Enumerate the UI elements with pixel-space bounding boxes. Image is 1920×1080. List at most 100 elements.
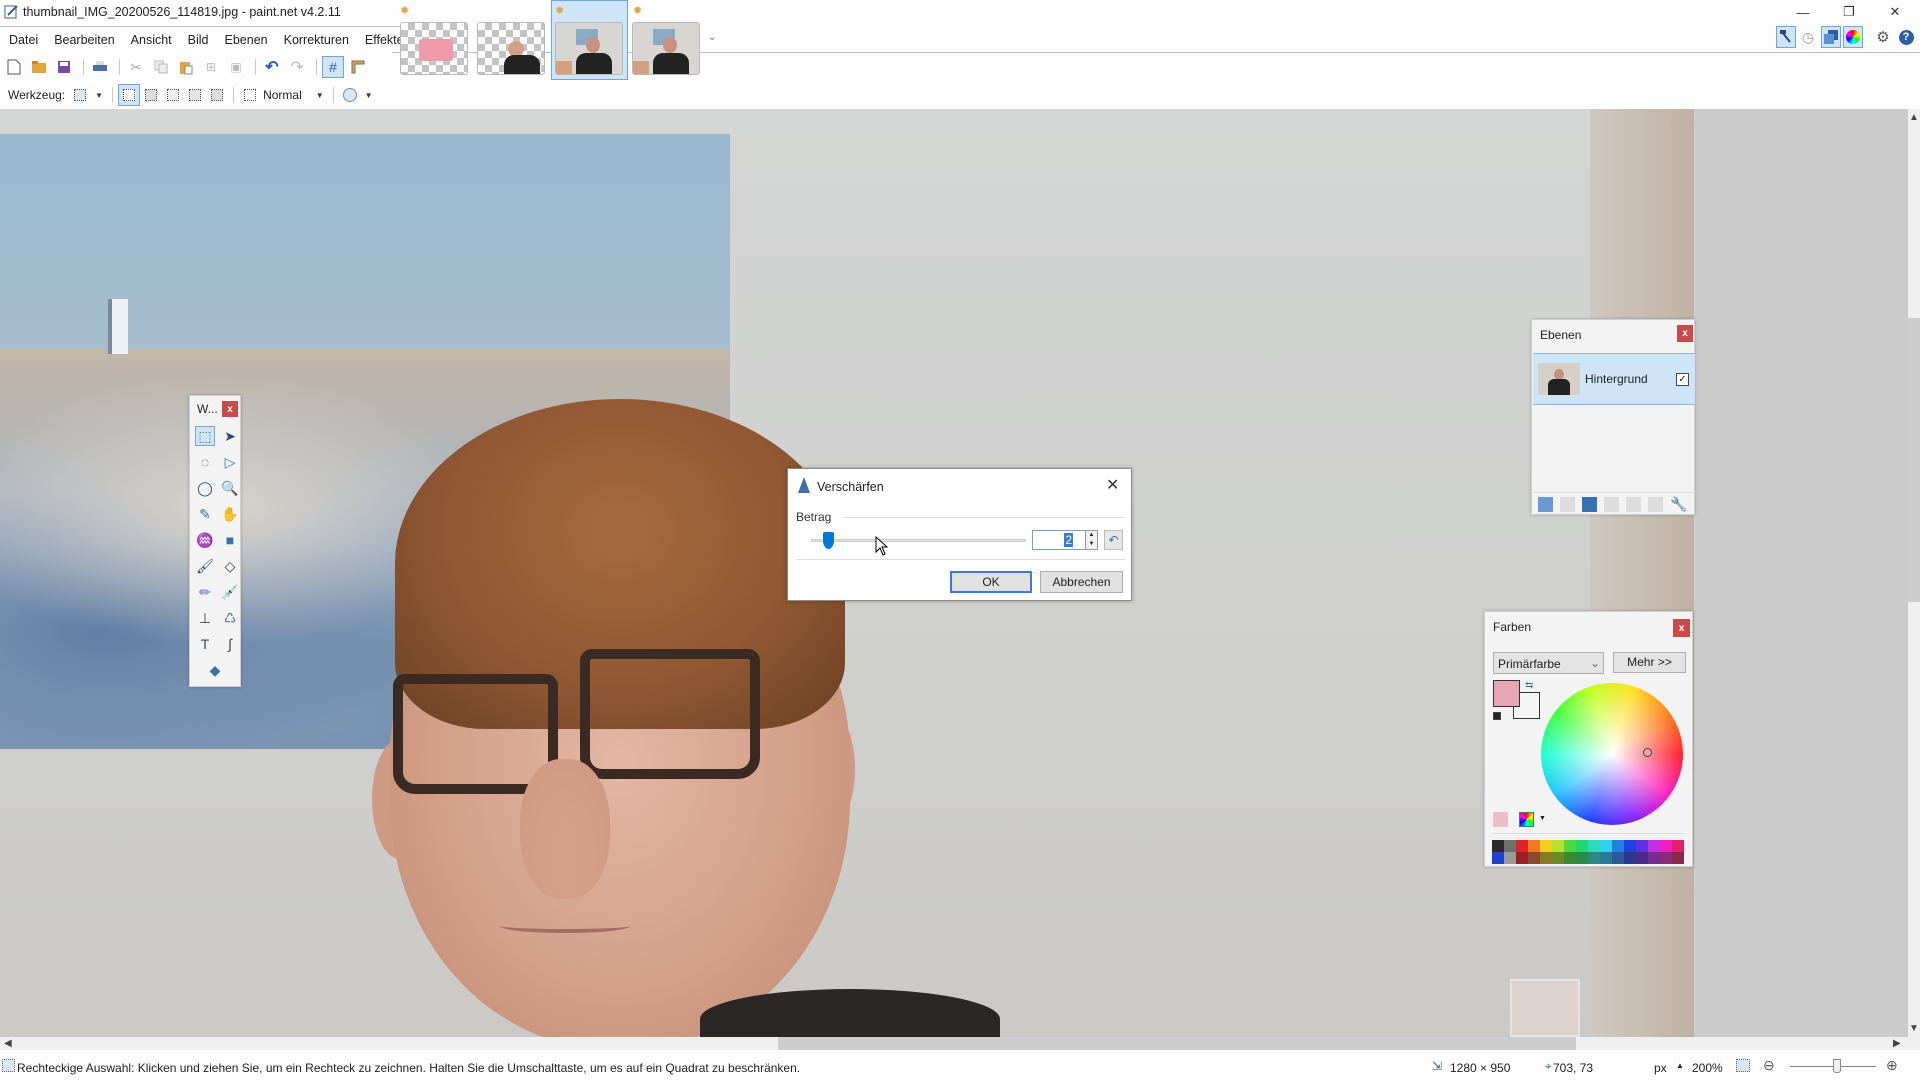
pan-tool[interactable]: ✋ [220,504,240,524]
ellipse-select-tool[interactable]: ◯ [195,478,215,498]
minimize-button[interactable]: — [1780,0,1826,24]
palette-swatch[interactable] [1504,852,1516,864]
tool-selector-dropdown-icon[interactable]: ▼ [95,91,103,100]
palette-swatch[interactable] [1636,840,1648,852]
color-mode-select[interactable]: Primärfarbe ⌄ [1493,652,1604,674]
magic-wand-tool[interactable]: ✎ [195,504,215,524]
amount-slider-thumb[interactable] [822,532,834,549]
zoom-slider-thumb[interactable] [1833,1059,1842,1073]
palette-swatch[interactable] [1552,852,1564,864]
antialias-icon[interactable] [339,84,361,106]
layer-properties-icon[interactable]: 🔧 [1670,497,1687,512]
palette-swatch[interactable] [1624,852,1636,864]
zoom-to-window-icon[interactable] [1736,1059,1750,1072]
delete-layer-icon[interactable] [1560,497,1575,512]
color-wheel[interactable] [1541,683,1683,825]
palette-swatch[interactable] [1576,852,1588,864]
selection-mode-replace[interactable] [118,84,141,106]
palette-swatch[interactable] [1540,840,1552,852]
palette-swatch[interactable] [1612,852,1624,864]
menu-datei[interactable]: Datei [0,27,45,52]
units-dropdown-icon[interactable]: ▲ [1676,1061,1684,1070]
paste-icon[interactable] [175,56,197,78]
open-file-icon[interactable] [28,56,50,78]
layers-window-close-button[interactable]: x [1677,325,1693,342]
palette-swatch[interactable] [1492,840,1504,852]
help-icon[interactable]: ? [1896,26,1916,48]
recolor-tool[interactable]: ♺ [220,608,240,628]
deselect-icon[interactable]: ▣ [225,56,247,78]
menu-bild[interactable]: Bild [179,27,216,52]
selection-mode-invert[interactable] [206,84,228,106]
palette-menu-icon[interactable] [1519,812,1534,827]
palette-swatch[interactable] [1540,852,1552,864]
move-layer-down-icon[interactable] [1648,497,1663,512]
palette-swatch[interactable] [1516,840,1528,852]
move-selection-tool[interactable]: ▷ [220,452,240,472]
ok-button[interactable]: OK [950,571,1032,593]
zoom-level[interactable]: 200% [1692,1061,1723,1075]
palette-swatch[interactable] [1612,840,1624,852]
tools-window-close-button[interactable]: x [222,401,238,417]
palette-swatch[interactable] [1504,840,1516,852]
blend-mode-dropdown-icon[interactable]: ▼ [316,91,324,100]
lasso-select-tool[interactable]: ◌ [195,452,215,472]
selection-mode-exclude[interactable] [162,84,184,106]
reset-colors-icon[interactable] [1493,712,1501,720]
print-icon[interactable] [89,56,111,78]
image-tab-person-cutout[interactable] [477,22,545,75]
tab-list-dropdown-icon[interactable]: ⌄ [708,32,716,43]
scroll-right-icon[interactable]: ▶ [1893,1038,1901,1049]
add-layer-icon[interactable] [1538,497,1553,512]
colors-window-close-button[interactable]: x [1673,619,1690,637]
colors-window-icon[interactable] [1843,26,1863,48]
palette-swatch[interactable] [1660,840,1672,852]
move-selected-pixels-tool[interactable]: ➤ [220,426,240,446]
menu-korrekturen[interactable]: Korrekturen [275,27,356,52]
more-colors-button[interactable]: Mehr >> [1613,652,1686,673]
selection-mode-union[interactable] [140,84,162,106]
color-picker-tool[interactable]: 💉 [220,582,240,602]
layers-window-icon[interactable] [1821,26,1841,48]
image-tab-thumbnail-photo[interactable] [555,22,623,75]
duplicate-layer-icon[interactable] [1582,497,1597,512]
reset-amount-button[interactable]: ↶ [1104,530,1123,550]
save-icon[interactable] [53,56,75,78]
palette-swatch[interactable] [1564,852,1576,864]
image-tab-photo-copy[interactable] [632,22,700,75]
antialias-dropdown-icon[interactable]: ▼ [365,91,373,100]
amount-input[interactable]: 2 [1032,530,1086,550]
move-layer-up-icon[interactable] [1626,497,1641,512]
scroll-up-icon[interactable]: ▲ [1909,112,1919,123]
rectangle-select-tool[interactable]: ⬚ [195,426,215,446]
merge-layer-icon[interactable] [1604,497,1619,512]
zoom-tool[interactable]: 🔍 [220,478,240,498]
ruler-icon[interactable] [347,56,369,78]
palette-swatch[interactable] [1552,840,1564,852]
copy-icon[interactable] [150,56,172,78]
pencil-tool[interactable]: ✏ [195,582,215,602]
palette-swatch[interactable] [1528,840,1540,852]
layer-row-hintergrund[interactable]: Hintergrund ✓ [1533,353,1695,405]
history-window-icon[interactable]: ◷ [1798,26,1818,48]
scroll-down-icon[interactable]: ▼ [1909,1023,1919,1034]
selection-mode-intersect[interactable] [184,84,206,106]
image-tab-pink-rectangle[interactable] [400,22,468,75]
clone-stamp-tool[interactable]: ⊥ [195,608,215,628]
spin-down-icon[interactable]: ▼ [1086,540,1097,549]
paintbrush-tool[interactable]: 🖌 [195,556,215,576]
palette-dropdown-icon[interactable]: ▼ [1539,815,1546,822]
primary-color-swatch[interactable] [1493,680,1520,707]
new-file-icon[interactable] [3,56,25,78]
palette-swatch[interactable] [1636,852,1648,864]
eraser-tool[interactable]: ◇ [220,556,240,576]
palette-swatch[interactable] [1516,852,1528,864]
palette-swatch[interactable] [1648,852,1660,864]
menu-ebenen[interactable]: Ebenen [216,27,275,52]
blend-mode-select[interactable]: Normal [263,88,302,102]
selection-quality-icon[interactable] [239,84,261,106]
menu-ansicht[interactable]: Ansicht [122,27,179,52]
grid-icon[interactable]: # [322,56,344,78]
line-curve-tool[interactable]: ∫ [220,634,240,654]
menu-bearbeiten[interactable]: Bearbeiten [45,27,121,52]
